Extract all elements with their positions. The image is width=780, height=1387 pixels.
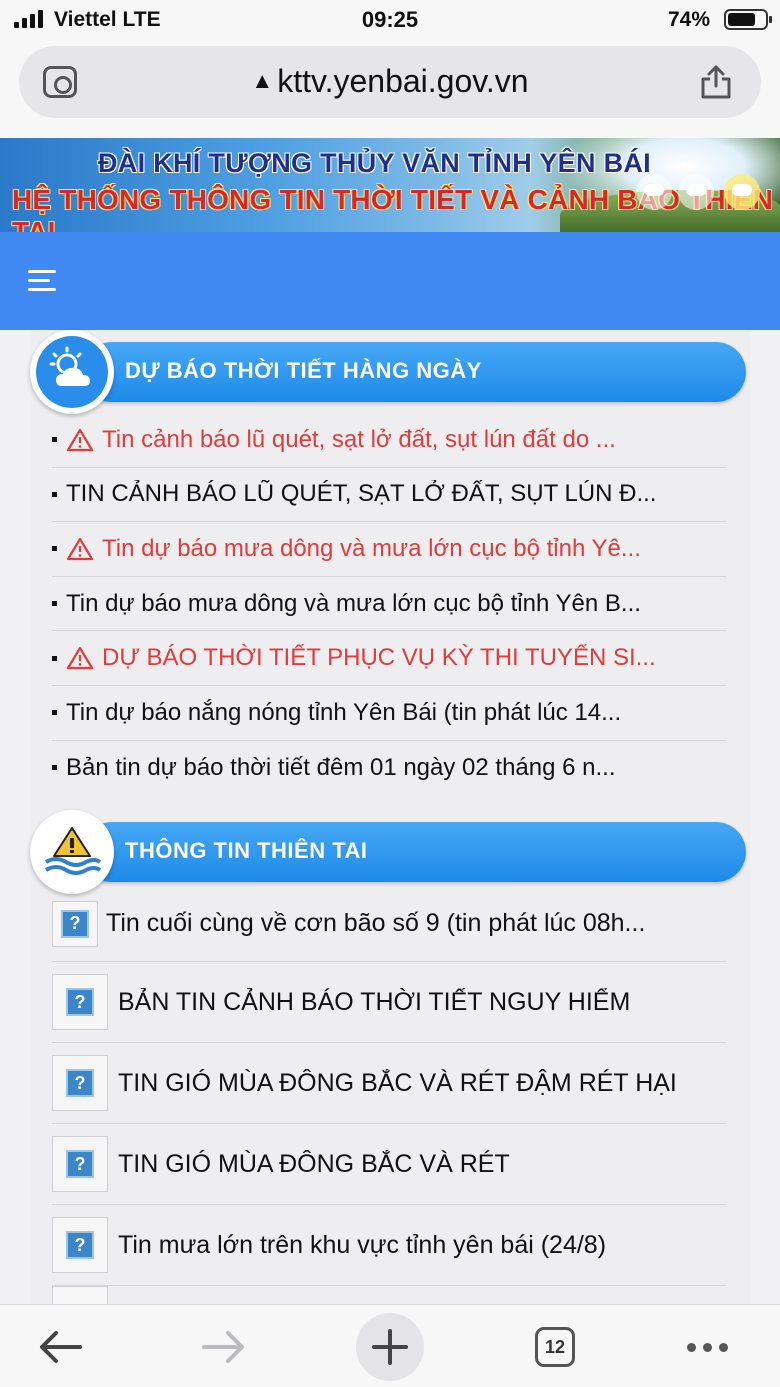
warning-icon (66, 428, 94, 451)
sun-icon (724, 174, 760, 210)
help-icon: ? (52, 1217, 108, 1273)
bullet (52, 710, 57, 716)
cloud-rain-icon (636, 174, 672, 210)
bullet (52, 601, 57, 607)
help-icon: ? (52, 1055, 108, 1111)
bullet (52, 491, 57, 497)
browser-header: ▲ kttv.yenbai.gov.vn (0, 40, 780, 138)
list-item[interactable]: ? Tin cuối cùng về cơn bão số 9 (tin phá… (52, 886, 726, 962)
url-field[interactable]: ▲ kttv.yenbai.gov.vn (19, 63, 761, 100)
forecast-section-header: DỰ BÁO THỜI TIẾT HÀNG NGÀY (30, 330, 750, 414)
forecast-link[interactable]: Bản tin dự báo thời tiết đêm 01 ngày 02 … (66, 754, 616, 782)
plus-icon (372, 1329, 408, 1365)
address-bar[interactable]: ▲ kttv.yenbai.gov.vn (19, 46, 761, 118)
disaster-link[interactable]: Tin mưa lớn trên khu vực tỉnh yên bái (2… (118, 1231, 606, 1260)
banner-line-1: ĐÀI KHÍ TƯỢNG THỦY VĂN TỈNH YÊN BÁI (98, 148, 651, 178)
site-nav (0, 232, 780, 330)
disaster-link[interactable]: TIN GIÓ MÙA ĐÔNG BẮC VÀ RÉT ĐẬM RÉT HẠI (118, 1069, 677, 1098)
battery-icon (724, 9, 772, 30)
help-icon: ? (52, 900, 98, 947)
bullet (52, 765, 57, 771)
more-icon (686, 1342, 728, 1352)
help-icon: ? (52, 1136, 108, 1192)
menu-icon[interactable] (28, 270, 56, 292)
forecast-link[interactable]: Tin dự báo mưa dông và mưa lớn cục bộ tỉ… (102, 535, 641, 563)
warning-icon (66, 537, 94, 561)
disaster-list: ? Tin cuối cùng về cơn bão số 9 (tin phá… (52, 886, 726, 1326)
list-item[interactable]: Tin dự báo mưa dông và mưa lớn cục bộ tỉ… (52, 522, 726, 577)
forecast-link[interactable]: Tin dự báo mưa dông và mưa lớn cục bộ tỉ… (66, 590, 641, 618)
bullet (52, 546, 57, 552)
forecast-link[interactable]: Tin cảnh báo lũ quét, sạt lở đất, sụt lú… (102, 426, 616, 454)
forecast-link[interactable]: TIN CẢNH BÁO LŨ QUÉT, SẠT LỞ ĐẤT, SỤT LÚ… (66, 480, 656, 508)
tabs-icon: 12 (535, 1327, 575, 1367)
disaster-link[interactable]: BẢN TIN CẢNH BÁO THỜI TIẾT NGUY HIỂM (118, 988, 630, 1017)
warning-icon (66, 647, 94, 670)
disaster-link[interactable]: TIN GIÓ MÙA ĐÔNG BẮC VÀ RÉT (118, 1150, 510, 1179)
battery-percent: 74% (668, 8, 711, 31)
list-item[interactable]: ? Tin mưa lớn trên khu vực tỉnh yên bái … (52, 1205, 726, 1286)
list-item[interactable]: TIN CẢNH BÁO LŨ QUÉT, SẠT LỞ ĐẤT, SỤT LÚ… (52, 468, 726, 523)
bullet (52, 437, 57, 443)
status-bar: Viettel LTE 09:25 74% (0, 0, 780, 40)
list-item[interactable]: Tin dự báo mưa dông và mưa lớn cục bộ tỉ… (52, 577, 726, 632)
not-secure-icon: ▲ (251, 68, 274, 93)
bullet (52, 655, 57, 661)
browser-toolbar: 12 (0, 1304, 780, 1387)
forecast-badge (30, 330, 114, 414)
share-icon[interactable] (699, 64, 733, 100)
url-text: kttv.yenbai.gov.vn (277, 63, 529, 99)
forecast-list: Tin cảnh báo lũ quét, sạt lở đất, sụt lú… (52, 413, 726, 795)
list-item[interactable]: DỰ BÁO THỜI TIẾT PHỤC VỤ KỲ THI TUYỂN SI… (52, 631, 726, 686)
list-item[interactable]: ? BẢN TIN CẢNH BÁO THỜI TIẾT NGUY HIỂM (52, 962, 726, 1043)
clock: 09:25 (361, 7, 419, 32)
tabs-button[interactable]: 12 (530, 1317, 580, 1377)
disaster-section-title: THÔNG TIN THIÊN TAI (125, 838, 368, 863)
new-tab-button[interactable] (356, 1313, 424, 1381)
list-item[interactable]: Tin cảnh báo lũ quét, sạt lở đất, sụt lú… (52, 413, 726, 468)
main-content: DỰ BÁO THỜI TIẾT HÀNG NGÀY Tin cảnh báo … (30, 330, 750, 1316)
list-item[interactable]: ? TIN GIÓ MÙA ĐÔNG BẮC VÀ RÉT (52, 1124, 726, 1205)
forecast-link[interactable]: DỰ BÁO THỜI TIẾT PHỤC VỤ KỲ THI TUYỂN SI… (102, 644, 656, 672)
partly-cloudy-icon (678, 174, 714, 210)
flood-warning-icon (44, 827, 102, 875)
sun-cloud-icon (49, 346, 90, 386)
forecast-link[interactable]: Tin dự báo nắng nóng tỉnh Yên Bái (tin p… (66, 699, 621, 727)
list-item[interactable]: ? TIN GIÓ MÙA ĐÔNG BẮC VÀ RÉT ĐẬM RÉT HẠ… (52, 1043, 726, 1124)
list-item[interactable]: Tin dự báo nắng nóng tỉnh Yên Bái (tin p… (52, 686, 726, 741)
site-banner: ĐÀI KHÍ TƯỢNG THỦY VĂN TỈNH YÊN BÁI HỆ T… (0, 138, 780, 232)
disaster-section-header: THÔNG TIN THIÊN TAI (30, 810, 750, 894)
disaster-link[interactable]: Tin cuối cùng về cơn bão số 9 (tin phát … (106, 909, 645, 938)
more-button[interactable] (682, 1317, 732, 1377)
forward-icon[interactable] (200, 1317, 248, 1377)
disaster-badge (30, 810, 114, 894)
help-icon: ? (52, 974, 108, 1030)
back-icon[interactable] (36, 1317, 84, 1377)
list-item[interactable]: Bản tin dự báo thời tiết đêm 01 ngày 02 … (52, 741, 726, 796)
forecast-section-title: DỰ BÁO THỜI TIẾT HÀNG NGÀY (125, 358, 482, 383)
